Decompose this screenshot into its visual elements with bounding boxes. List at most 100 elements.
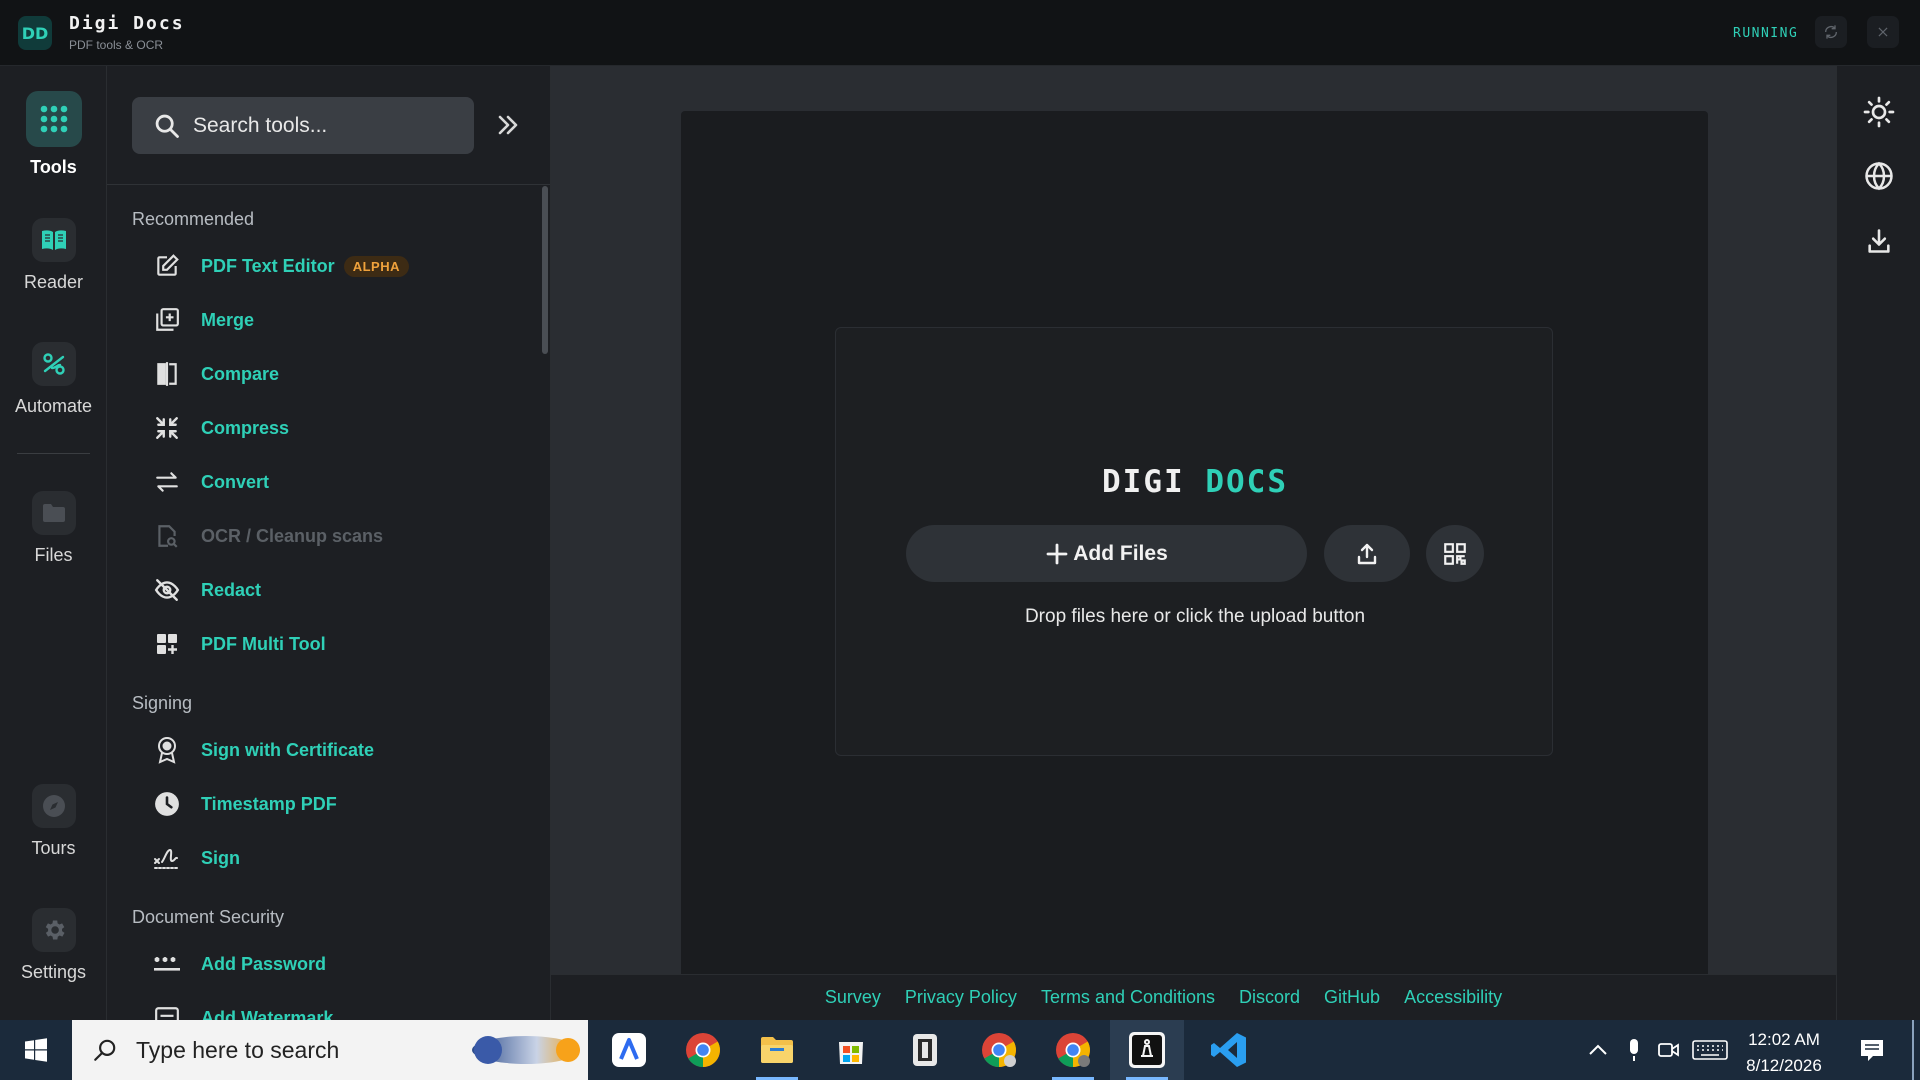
tool-label: Timestamp PDF bbox=[201, 793, 337, 814]
close-button[interactable] bbox=[1867, 16, 1899, 48]
download-button[interactable] bbox=[1861, 223, 1897, 259]
taskbar-app-file-explorer[interactable] bbox=[740, 1020, 814, 1080]
scrollbar[interactable] bbox=[542, 186, 548, 354]
tool-label: Convert bbox=[201, 471, 270, 492]
brand-part-1: DIGI bbox=[1102, 464, 1185, 500]
tool-pdf-text-editor[interactable]: PDF Text Editor ALPHA bbox=[152, 246, 409, 286]
rail-item-tools[interactable]: Tools bbox=[0, 91, 107, 178]
add-files-button[interactable]: Add Files bbox=[906, 525, 1307, 582]
tool-compare[interactable]: Compare bbox=[152, 354, 279, 394]
tool-label: Sign with Certificate bbox=[201, 739, 375, 760]
chrome-icon bbox=[1056, 1033, 1090, 1067]
notification-icon bbox=[1861, 1040, 1883, 1061]
password-icon bbox=[152, 949, 182, 979]
app-name: Digi Docs bbox=[69, 13, 185, 34]
footer-link-accessibility[interactable]: Accessibility bbox=[1404, 987, 1502, 1008]
rail-item-files[interactable]: Files bbox=[0, 491, 107, 566]
rail-item-settings[interactable]: Settings bbox=[0, 908, 107, 983]
tool-pdf-multi-tool[interactable]: PDF Multi Tool bbox=[152, 624, 326, 664]
tool-label: Sign bbox=[201, 847, 240, 868]
store-icon bbox=[839, 1042, 863, 1064]
search-input[interactable]: Search tools... bbox=[132, 97, 474, 154]
footer-link-github[interactable]: GitHub bbox=[1324, 987, 1380, 1008]
footer-link-privacy-policy[interactable]: Privacy Policy bbox=[905, 987, 1017, 1008]
search-placeholder: Search tools... bbox=[193, 113, 328, 137]
expand-panel-button[interactable] bbox=[491, 108, 525, 142]
tool-convert[interactable]: Convert bbox=[152, 462, 269, 502]
clock-icon bbox=[152, 789, 182, 819]
tool-label: Compress bbox=[201, 417, 290, 438]
upload-button[interactable] bbox=[1324, 525, 1410, 582]
tool-merge[interactable]: Merge bbox=[152, 300, 254, 340]
convert-icon bbox=[152, 467, 182, 497]
tool-redact[interactable]: Redact bbox=[152, 570, 261, 610]
microphone-tray-button[interactable] bbox=[1620, 1020, 1648, 1080]
app-a-icon bbox=[612, 1033, 646, 1067]
tool-timestamp-pdf[interactable]: Timestamp PDF bbox=[152, 784, 337, 824]
footer-link-discord[interactable]: Discord bbox=[1239, 987, 1300, 1008]
tool-ocr-cleanup[interactable]: OCR / Cleanup scans bbox=[152, 516, 383, 556]
drop-hint: Drop files here or click the upload butt… bbox=[1024, 606, 1366, 627]
taskbar-app-a[interactable] bbox=[592, 1020, 666, 1080]
chevron-up-icon bbox=[1589, 1044, 1607, 1055]
multi-tool-icon bbox=[152, 629, 182, 659]
taskbar-search[interactable]: Type here to search bbox=[72, 1020, 588, 1080]
grid-icon bbox=[25, 91, 82, 147]
refresh-button[interactable] bbox=[1815, 16, 1847, 48]
taskbar-app-chrome-profile-2[interactable] bbox=[1036, 1020, 1110, 1080]
taskbar-search-placeholder: Type here to search bbox=[136, 1036, 340, 1063]
taskbar-app-vscode[interactable] bbox=[1192, 1020, 1266, 1080]
tool-add-watermark[interactable]: Add Watermark bbox=[152, 998, 333, 1020]
show-hidden-icons-button[interactable] bbox=[1582, 1020, 1614, 1080]
section-document-security: Document Security bbox=[132, 907, 285, 927]
compass-icon bbox=[31, 784, 76, 828]
camera-tray-button[interactable] bbox=[1654, 1020, 1684, 1080]
merge-icon bbox=[152, 305, 182, 335]
rail-label-tools: Tools bbox=[30, 157, 77, 177]
footer-link-terms[interactable]: Terms and Conditions bbox=[1041, 987, 1215, 1008]
download-icon bbox=[1868, 229, 1890, 253]
rail-item-tours[interactable]: Tours bbox=[0, 784, 107, 859]
tool-compress[interactable]: Compress bbox=[152, 408, 289, 448]
tools-panel: Search tools... Recommended PDF Text Edi… bbox=[107, 66, 551, 1020]
footer-link-survey[interactable]: Survey bbox=[825, 987, 881, 1008]
taskbar-app-device[interactable] bbox=[888, 1020, 962, 1080]
file-dropzone[interactable]: DIGI DOCS Add Files Drop files here or c… bbox=[835, 327, 1553, 756]
rail-item-automate[interactable]: Automate bbox=[0, 342, 107, 417]
tool-sign-with-certificate[interactable]: Sign with Certificate bbox=[152, 730, 374, 770]
clock-time: 12:02 AM bbox=[1748, 1030, 1820, 1049]
notifications-button[interactable] bbox=[1852, 1020, 1892, 1080]
upload-icon bbox=[1357, 543, 1377, 564]
taskbar-app-chrome-profile-1[interactable] bbox=[962, 1020, 1036, 1080]
rail-label-automate: Automate bbox=[14, 396, 93, 416]
theme-toggle-button[interactable] bbox=[1861, 94, 1897, 130]
qr-code-button[interactable] bbox=[1426, 525, 1484, 582]
right-rail bbox=[1836, 66, 1920, 1020]
title-bar: DD Digi Docs PDF tools & OCR RUNNING bbox=[0, 0, 1920, 66]
taskbar-app-store[interactable] bbox=[814, 1020, 888, 1080]
signature-icon bbox=[152, 843, 182, 873]
ocr-icon bbox=[152, 521, 182, 551]
microphone-icon bbox=[1630, 1039, 1638, 1061]
sun-icon bbox=[1863, 96, 1895, 128]
main-area: DIGI DOCS Add Files Drop files here or c… bbox=[551, 66, 1836, 1041]
rail-label-reader: Reader bbox=[23, 272, 84, 292]
automate-icon bbox=[31, 342, 76, 386]
taskbar-app-digi-docs[interactable] bbox=[1110, 1020, 1184, 1080]
start-button[interactable] bbox=[0, 1020, 72, 1080]
tool-sign[interactable]: Sign bbox=[152, 838, 240, 878]
show-desktop-button[interactable] bbox=[1912, 1020, 1914, 1080]
rail-item-reader[interactable]: Reader bbox=[0, 218, 107, 293]
tool-add-password[interactable]: Add Password bbox=[152, 944, 326, 984]
eye-off-icon bbox=[152, 575, 182, 605]
language-button[interactable] bbox=[1861, 158, 1897, 194]
rail-label-settings: Settings bbox=[20, 962, 87, 982]
camera-icon bbox=[1658, 1043, 1679, 1057]
globe-icon bbox=[1865, 161, 1893, 191]
clock[interactable]: 12:02 AM 8/12/2026 bbox=[1726, 1027, 1842, 1079]
tool-label: PDF Multi Tool bbox=[201, 633, 326, 654]
keyboard-tray-button[interactable] bbox=[1690, 1020, 1730, 1080]
taskbar-app-chrome[interactable] bbox=[666, 1020, 740, 1080]
search-highlight-icon bbox=[472, 1036, 580, 1064]
left-rail: Tools Reader Automate Files Tours Settin… bbox=[0, 66, 107, 1020]
